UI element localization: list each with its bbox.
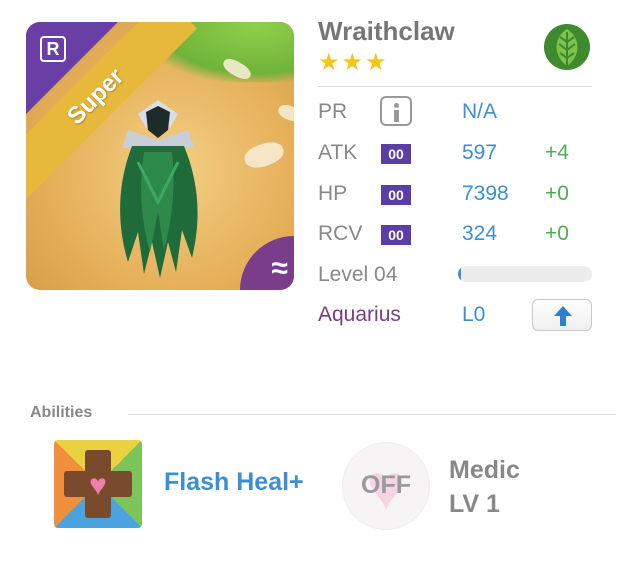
class-name: Medic [449,456,520,484]
atk-label: ATK [318,141,358,164]
info-icon-stem [394,110,399,122]
hp-label: HP [318,182,348,205]
pr-value: N/A [462,100,498,123]
leaf-icon [544,24,590,70]
hp-plus-badge: 00 [381,185,411,205]
sign-label: Aquarius [318,303,401,326]
rarity-badge: R [40,36,66,62]
toggle-off-label: OFF [361,471,411,499]
atk-bonus: +4 [545,141,569,164]
stat-row-rcv: RCV 00 324 +0 [318,218,598,252]
rcv-label: RCV [318,222,363,245]
stat-row-hp: HP 00 7398 +0 [318,178,598,212]
atk-plus-badge: 00 [381,144,411,164]
stat-row-level: Level 04 [318,259,598,293]
stat-row-sign: Aquarius L0 [318,299,598,333]
heart-icon: ♥ [89,469,107,502]
atk-value: 597 [462,141,498,164]
rock-decoration [276,102,294,124]
rcv-bonus: +0 [545,222,569,245]
header-divider [318,86,592,87]
rcv-plus-badge: 00 [381,225,411,245]
upgrade-button[interactable] [532,299,592,331]
rock-decoration [241,138,287,172]
hp-value: 7398 [462,182,509,205]
pr-label: PR [318,100,348,123]
creature-illustration [120,100,198,278]
level-progress-bar [458,266,592,282]
ability-icon-tile[interactable]: ♥ [54,440,142,528]
level-label: Level 04 [318,263,398,286]
info-button[interactable] [380,96,412,126]
class-level: LV 1 [449,490,500,518]
sign-value: L0 [462,303,486,326]
monster-portrait[interactable]: Super R ≈ [26,22,294,290]
monster-name: Wraithclaw [318,16,455,46]
ability-toggle[interactable]: ♥ OFF [342,442,430,530]
wave-icon: ≈ [271,252,288,285]
hp-bonus: +0 [545,182,569,205]
info-icon [394,103,399,108]
stat-row-pr: PR N/A [318,96,598,130]
stat-row-atk: ATK 00 597 +4 [318,137,598,171]
abilities-heading: Abilities [30,404,93,421]
rcv-value: 324 [462,222,498,245]
ability-name[interactable]: Flash Heal+ [164,468,304,497]
level-progress-fill [458,266,461,282]
star-rating: ★★★ [318,49,389,76]
abilities-divider [128,414,616,415]
arrow-up-icon [554,306,572,326]
